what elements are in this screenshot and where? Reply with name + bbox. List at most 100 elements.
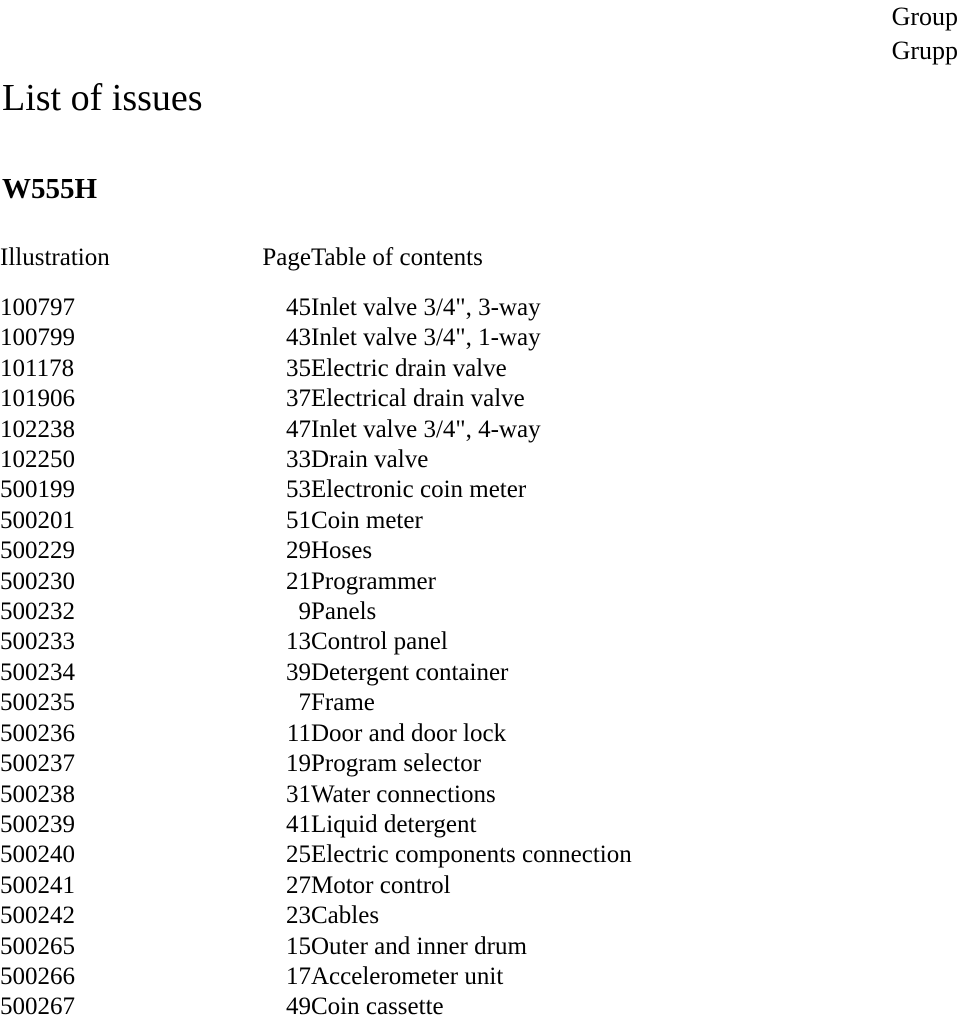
cell-contents: Accelerometer unit (311, 962, 504, 990)
table-row: 500265 15 Outer and inner drum (0, 932, 960, 962)
table-row: 500230 21 Programmer (0, 567, 960, 597)
model-heading: W555H (2, 173, 98, 205)
cell-page: 15 (286, 932, 311, 960)
cell-page: 41 (286, 810, 311, 838)
cell-illustration: 500230 (0, 567, 75, 595)
cell-contents: Panels (311, 598, 377, 626)
group-label-block: Group Grupp (892, 0, 958, 68)
cell-illustration: 500267 (0, 993, 75, 1021)
cell-page: 9 (298, 598, 312, 626)
table-row: 500235 7 Frame (0, 688, 960, 718)
group-label-swedish: Grupp (891, 36, 958, 65)
table-row: 500201 51 Coin meter (0, 506, 960, 536)
cell-contents: Electronic coin meter (311, 476, 527, 504)
column-header-illustration: Illustration (0, 244, 110, 271)
table-row: 500239 41 Liquid detergent (0, 810, 960, 840)
cell-contents: Water connections (311, 780, 496, 808)
table-row: 500240 25 Electric components connection (0, 840, 960, 870)
cell-page: 17 (286, 962, 311, 990)
cell-illustration: 500236 (0, 719, 75, 747)
cell-page: 25 (286, 841, 311, 869)
cell-page: 31 (286, 780, 311, 808)
cell-contents: Program selector (311, 750, 482, 778)
cell-illustration: 500242 (0, 902, 75, 930)
table-row: 100797 45 Inlet valve 3/4", 3-way (0, 293, 960, 323)
cell-page: 13 (286, 628, 311, 656)
cell-illustration: 102238 (0, 415, 75, 443)
cell-contents: Door and door lock (311, 719, 507, 747)
cell-illustration: 500235 (0, 689, 75, 717)
cell-illustration: 102250 (0, 446, 75, 474)
cell-contents: Coin meter (311, 506, 423, 534)
cell-contents: Inlet valve 3/4", 1-way (311, 324, 541, 352)
cell-page: 23 (286, 902, 311, 930)
cell-contents: Cables (311, 902, 380, 930)
issues-table-header: Illustration Page Table of contents (0, 243, 960, 293)
cell-illustration: 500239 (0, 810, 75, 838)
cell-contents: Hoses (311, 537, 373, 565)
table-row: 500199 53 Electronic coin meter (0, 475, 960, 505)
issues-table: Illustration Page Table of contents 1007… (0, 243, 960, 1023)
column-header-page: Page (262, 244, 311, 271)
cell-contents: Electric components connection (311, 841, 632, 869)
cell-contents: Electrical drain valve (311, 385, 525, 413)
cell-page: 53 (286, 476, 311, 504)
table-row: 102238 47 Inlet valve 3/4", 4-way (0, 415, 960, 445)
cell-contents: Liquid detergent (311, 810, 477, 838)
cell-contents: Inlet valve 3/4", 3-way (311, 294, 541, 321)
cell-page: 35 (286, 354, 311, 382)
issues-table-body: 100797 45 Inlet valve 3/4", 3-way 100799 43 I… (0, 293, 960, 1023)
table-row: 500267 49 Coin cassette (0, 992, 960, 1022)
cell-illustration: 500266 (0, 962, 75, 990)
cell-page: 29 (286, 537, 311, 565)
cell-page: 27 (286, 871, 311, 899)
table-row: 500238 31 Water connections (0, 780, 960, 810)
cell-contents: Control panel (311, 628, 448, 656)
cell-contents: Frame (311, 689, 375, 717)
table-row: 500237 19 Program selector (0, 749, 960, 779)
table-row: 100799 43 Inlet valve 3/4", 1-way (0, 323, 960, 353)
cell-illustration: 101906 (0, 385, 75, 413)
table-row: 500241 27 Motor control (0, 871, 960, 901)
cell-illustration: 500233 (0, 628, 75, 656)
cell-contents: Coin cassette (311, 993, 444, 1021)
table-row: 500242 23 Cables (0, 901, 960, 931)
cell-page: 45 (286, 294, 311, 321)
cell-page: 51 (286, 506, 311, 534)
cell-illustration: 500232 (0, 598, 75, 626)
cell-page: 39 (286, 658, 311, 686)
cell-illustration: 500241 (0, 871, 75, 899)
table-row: 102250 33 Drain valve (0, 445, 960, 475)
cell-illustration: 101178 (0, 354, 75, 382)
cell-contents: Electric drain valve (311, 354, 507, 382)
cell-contents: Programmer (311, 567, 436, 595)
cell-page: 19 (286, 750, 311, 778)
cell-page: 7 (298, 689, 312, 717)
cell-page: 37 (286, 385, 311, 413)
cell-illustration: 500240 (0, 841, 75, 869)
table-row: 500236 11 Door and door lock (0, 719, 960, 749)
table-row: 101906 37 Electrical drain valve (0, 384, 960, 414)
group-label-english: Group (891, 2, 958, 31)
cell-contents: Drain valve (311, 446, 429, 474)
table-row: 101178 35 Electric drain valve (0, 354, 960, 384)
cell-page: 43 (286, 324, 311, 352)
page-title: List of issues (2, 77, 203, 119)
table-row: 500232 9 Panels (0, 597, 960, 627)
cell-illustration: 500237 (0, 750, 75, 778)
document-page: Group Grupp List of issues W555H Illustr… (0, 0, 960, 1027)
cell-page: 33 (286, 446, 311, 474)
cell-illustration: 500234 (0, 658, 75, 686)
cell-illustration: 500265 (0, 932, 75, 960)
cell-contents: Detergent container (311, 658, 509, 686)
cell-illustration: 500238 (0, 780, 75, 808)
column-header-contents: Table of contents (311, 244, 483, 271)
cell-illustration: 500199 (0, 476, 75, 504)
cell-page: 11 (286, 719, 311, 747)
cell-contents: Outer and inner drum (311, 932, 527, 960)
table-header-row: Illustration Page Table of contents (0, 243, 960, 293)
table-row: 500233 13 Control panel (0, 627, 960, 657)
table-row: 500266 17 Accelerometer unit (0, 962, 960, 992)
cell-contents: Motor control (311, 871, 451, 899)
cell-page: 21 (286, 567, 311, 595)
